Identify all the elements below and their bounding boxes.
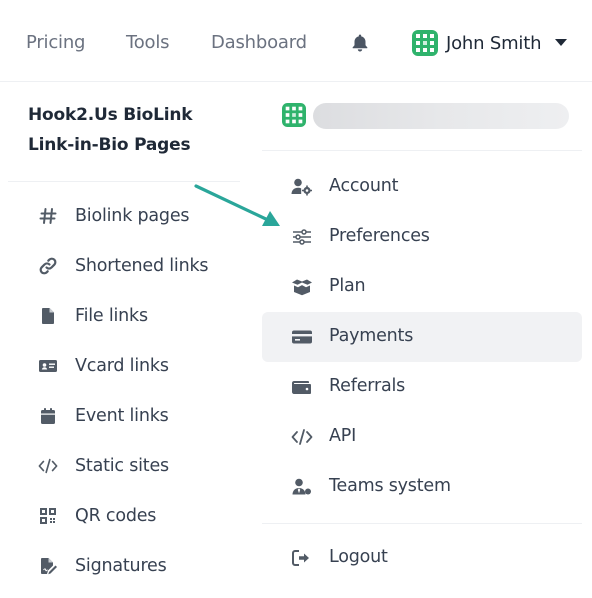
wallet-icon: [292, 381, 311, 394]
hashtag-icon: [39, 208, 57, 224]
sidebar-item-label: Biolink pages: [75, 206, 190, 226]
file-signature-icon: [41, 558, 57, 575]
brand-line-1: Hook2.Us BioLink: [28, 105, 193, 125]
calendar-icon: [41, 408, 55, 424]
menu-item-referrals[interactable]: Referrals: [262, 362, 582, 412]
sidebar-item-static-sites[interactable]: Static sites: [0, 442, 250, 492]
dropdown-divider: [262, 523, 582, 524]
id-card-icon: [39, 360, 57, 372]
sidebar-item-label: Signatures: [75, 556, 167, 576]
menu-item-payments[interactable]: Payments: [262, 312, 582, 362]
user-tie-icon: [292, 478, 311, 495]
sidebar-item-shortened-links[interactable]: Shortened links: [0, 242, 250, 292]
code-icon: [291, 429, 313, 445]
nav-link-dashboard[interactable]: Dashboard: [211, 32, 307, 53]
menu-item-api[interactable]: API: [262, 412, 582, 462]
menu-item-logout[interactable]: Logout: [262, 533, 582, 583]
sliders-icon: [293, 229, 311, 245]
qrcode-icon: [40, 508, 56, 524]
sidebar-item-vcard-links[interactable]: Vcard links: [0, 342, 250, 392]
menu-item-label: Plan: [329, 276, 366, 296]
user-name: John Smith: [446, 32, 542, 54]
top-navbar: Pricing Tools Dashboard John Smith: [0, 0, 592, 82]
file-icon: [42, 308, 54, 324]
sidebar-item-label: Static sites: [75, 456, 169, 476]
user-cog-icon: [291, 178, 312, 196]
menu-item-label: Preferences: [329, 226, 430, 246]
menu-item-label: API: [329, 426, 357, 446]
user-menu-toggle[interactable]: John Smith: [412, 30, 568, 56]
brand-line-2: Link-in-Bio Pages: [28, 135, 191, 155]
blurred-email: [313, 103, 569, 129]
avatar: [412, 30, 438, 56]
annotation-arrow: [194, 184, 280, 226]
nav-link-pricing[interactable]: Pricing: [26, 32, 85, 53]
sign-out-icon: [292, 550, 309, 566]
menu-item-label: Account: [329, 176, 399, 196]
menu-item-plan[interactable]: Plan: [262, 262, 582, 312]
menu-item-label: Teams system: [329, 476, 451, 496]
caret-down-icon: [555, 39, 568, 46]
menu-item-teams-system[interactable]: Teams system: [262, 462, 582, 512]
sidebar-item-file-links[interactable]: File links: [0, 292, 250, 342]
sidebar-item-label: QR codes: [75, 506, 157, 526]
code-icon: [38, 458, 58, 474]
credit-card-icon: [292, 330, 312, 344]
menu-item-label: Payments: [329, 326, 414, 346]
menu-item-account[interactable]: Account: [262, 162, 582, 212]
brand-title[interactable]: Hook2.Us BioLink Link-in-Bio Pages: [28, 100, 248, 160]
box-open-icon: [292, 279, 312, 296]
sidebar-item-event-links[interactable]: Event links: [0, 392, 250, 442]
menu-item-preferences[interactable]: Preferences: [262, 212, 582, 262]
link-icon: [39, 257, 57, 275]
bell-icon[interactable]: [350, 33, 370, 53]
sidebar-item-label: Shortened links: [75, 256, 209, 276]
nav-link-tools[interactable]: Tools: [126, 32, 170, 53]
dropdown-divider: [262, 150, 582, 151]
sidebar-item-label: Event links: [75, 406, 169, 426]
sidebar-item-label: File links: [75, 306, 148, 326]
sidebar-item-signatures[interactable]: Signatures: [0, 542, 250, 592]
menu-item-label: Referrals: [329, 376, 406, 396]
menu-item-label: Logout: [329, 547, 388, 567]
avatar: [282, 103, 306, 127]
sidebar-item-label: Vcard links: [75, 356, 169, 376]
sidebar-item-qr-codes[interactable]: QR codes: [0, 492, 250, 542]
